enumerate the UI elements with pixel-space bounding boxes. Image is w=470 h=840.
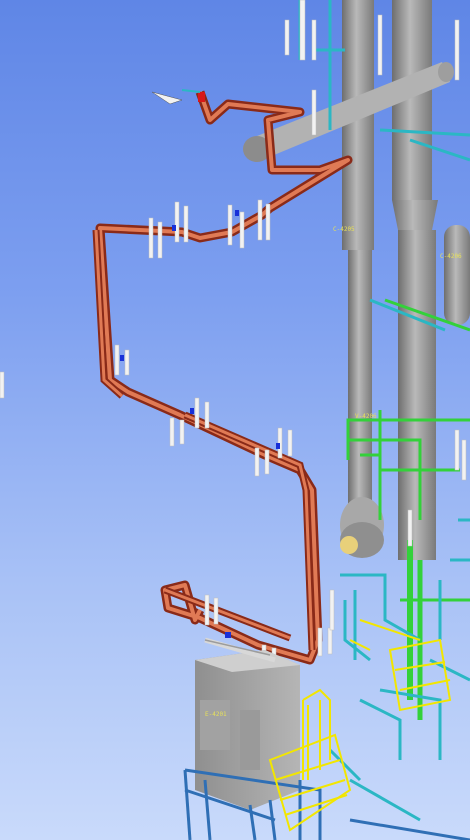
plant-3d-scene[interactable]: C-4205 C-4206 V-4206 E-4201	[0, 0, 470, 840]
heat-traced-pipe-route[interactable]	[92, 90, 353, 665]
tag-drum: V-4206	[355, 413, 377, 420]
main-column-small[interactable]	[340, 0, 384, 558]
tag-column-a: C-4205	[333, 226, 355, 233]
north-arrow-icon	[151, 89, 201, 105]
tag-box-unit: E-4201	[205, 711, 227, 718]
3d-model-viewport[interactable]: C-4205 C-4206 V-4206 E-4201	[0, 0, 470, 840]
tag-column-b: C-4206	[440, 253, 462, 260]
side-drum[interactable]	[444, 225, 470, 325]
